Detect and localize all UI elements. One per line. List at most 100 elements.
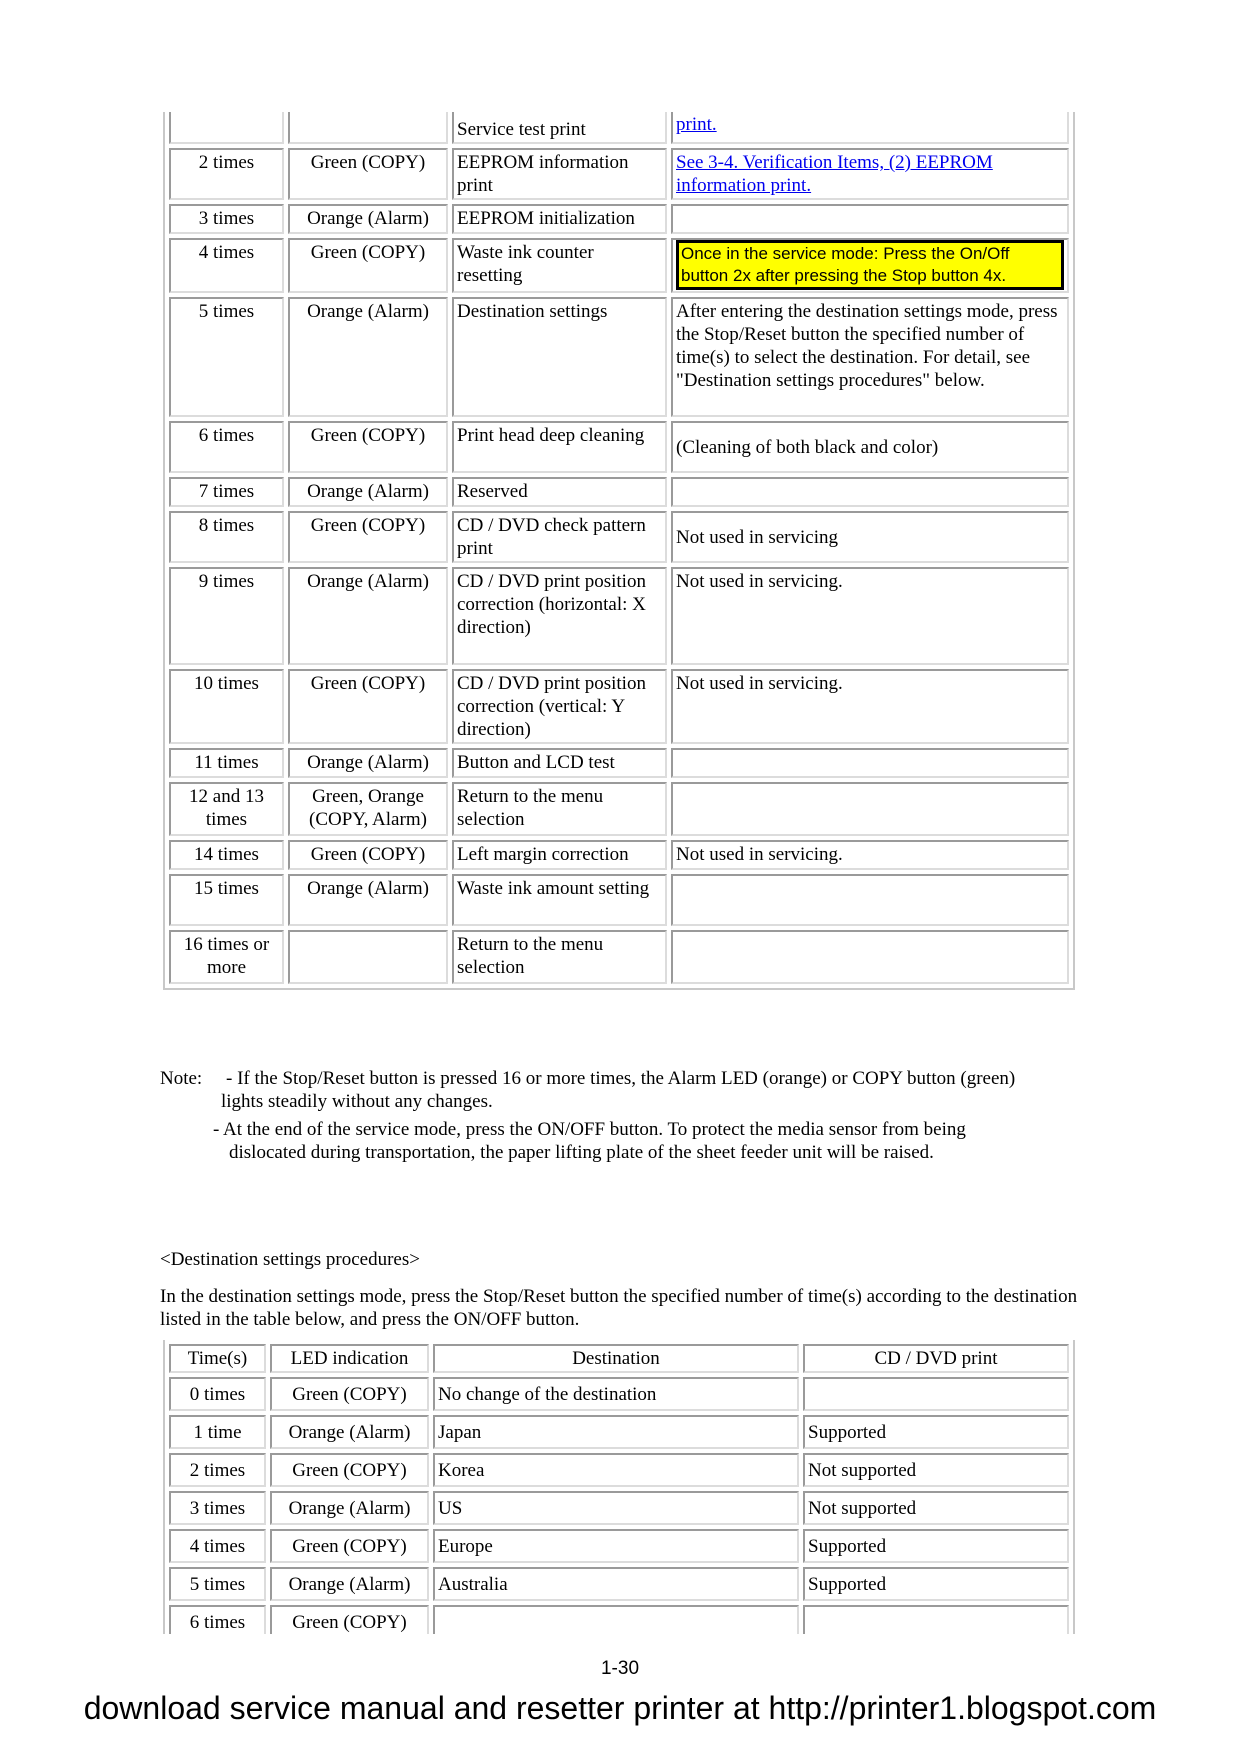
table-cell: Supported [803, 1529, 1069, 1563]
footer-banner: download service manual and resetter pri… [83, 1690, 1157, 1726]
table-row: Service test print print. [169, 112, 1069, 144]
cell-led [288, 112, 448, 144]
cell-function: Button and LCD test [452, 748, 667, 778]
table-cell: 1 time [169, 1415, 266, 1449]
section-heading: <Destination settings procedures> [160, 1249, 420, 1270]
cell-times: 11 times [169, 748, 284, 778]
cell-led: Orange (Alarm) [288, 204, 448, 234]
table-cell: Green (COPY) [270, 1529, 429, 1563]
table-cell: US [433, 1491, 799, 1525]
cell-function: CD / DVD print position correction (vert… [452, 669, 667, 744]
service-mode-table-container: Service test print print. 2 times Green (CO… [0, 112, 1240, 1052]
note-line: lights steadily without any changes. [221, 1091, 493, 1112]
page-number: 1-30 [600, 1658, 640, 1679]
table-cell [803, 1377, 1069, 1411]
table-cell: Japan [433, 1415, 799, 1449]
remarks-link[interactable]: print. [676, 114, 717, 135]
remarks-link[interactable]: See 3-4. Verification Items, (2) EEPROM … [676, 152, 993, 196]
table-row: 9 times Orange (Alarm) CD / DVD print posi… [169, 567, 1069, 665]
column-header: CD / DVD print [803, 1344, 1069, 1373]
table-row: 3 times Orange (Alarm) US Not supported [169, 1491, 1069, 1525]
cell-remarks: Not used in servicing. [671, 567, 1069, 665]
table-cell: No change of the destination [433, 1377, 799, 1411]
cell-function: Return to the menu selection [452, 930, 667, 984]
cell-remarks: Not used in servicing. [671, 840, 1069, 870]
cell-times: 2 times [169, 148, 284, 200]
cell-led: Green (COPY) [288, 511, 448, 563]
table-row: 12 and 13 times Green, Orange (COPY, Alar… [169, 782, 1069, 836]
cell-led: Green, Orange (COPY, Alarm) [288, 782, 448, 836]
table-row: 7 times Orange (Alarm) Reserved [169, 477, 1069, 507]
cell-function: CD / DVD print position correction (hori… [452, 567, 667, 665]
table-row: 14 times Green (COPY) Left margin correcti… [169, 840, 1069, 870]
table-cell: Australia [433, 1567, 799, 1601]
table-cell: Not supported [803, 1453, 1069, 1487]
table-row: 11 times Orange (Alarm) Button and LCD tes… [169, 748, 1069, 778]
cell-remarks: After entering the destination settings … [671, 297, 1069, 417]
column-header: Time(s) [169, 1344, 266, 1373]
cell-function: Service test print [452, 112, 667, 144]
table-row: 15 times Orange (Alarm) Waste ink amount s… [169, 874, 1069, 926]
table-row: 2 times Green (COPY) Korea Not supported [169, 1453, 1069, 1487]
highlighted-note: Once in the service mode: Press the On/O… [676, 240, 1064, 290]
cell-remarks [671, 874, 1069, 926]
cell-led [288, 930, 448, 984]
cell-led: Green (COPY) [288, 669, 448, 744]
cell-times: 9 times [169, 567, 284, 665]
table-cell: 5 times [169, 1567, 266, 1601]
table-row: 5 times Orange (Alarm) Destination setting… [169, 297, 1069, 417]
table-cell: Korea [433, 1453, 799, 1487]
table-row: 16 times or more Return to the menu selec… [169, 930, 1069, 984]
cell-remarks [671, 930, 1069, 984]
cell-function: Destination settings [452, 297, 667, 417]
cell-function: CD / DVD check pattern print [452, 511, 667, 563]
cell-led: Orange (Alarm) [288, 477, 448, 507]
table-row: 4 times Green (COPY) Europe Supported [169, 1529, 1069, 1563]
cell-function: Left margin correction [452, 840, 667, 870]
cell-led: Orange (Alarm) [288, 748, 448, 778]
table-cell: Orange (Alarm) [270, 1567, 429, 1601]
table-cell: 6 times [169, 1605, 266, 1634]
cell-function: EEPROM initialization [452, 204, 667, 234]
cell-remarks [671, 782, 1069, 836]
cell-remarks [671, 748, 1069, 778]
cell-times: 5 times [169, 297, 284, 417]
table-cell: 4 times [169, 1529, 266, 1563]
cell-function: Waste ink counter resetting [452, 238, 667, 293]
table-cell: Green (COPY) [270, 1605, 429, 1634]
cell-remarks: Once in the service mode: Press the On/O… [671, 238, 1069, 293]
cell-led: Orange (Alarm) [288, 874, 448, 926]
intro-paragraph: In the destination settings mode, press … [160, 1286, 1078, 1330]
cell-times: 10 times [169, 669, 284, 744]
table-row: 4 times Green (COPY) Waste ink counter res… [169, 238, 1069, 293]
cell-function: Reserved [452, 477, 667, 507]
table-row: 8 times Green (COPY) CD / DVD check patter… [169, 511, 1069, 563]
table-row: 10 times Green (COPY) CD / DVD print posit… [169, 669, 1069, 744]
table-row: 5 times Orange (Alarm) Australia Supported [169, 1567, 1069, 1601]
destination-table-container: Time(s) LED indication Destination CD / DVD… [0, 1340, 1240, 1634]
column-header: Destination [433, 1344, 799, 1373]
table-cell: Green (COPY) [270, 1377, 429, 1411]
cell-led: Green (COPY) [288, 840, 448, 870]
cell-times: 14 times [169, 840, 284, 870]
cell-times: 16 times or more [169, 930, 284, 984]
table-cell: Supported [803, 1567, 1069, 1601]
table-cell: 2 times [169, 1453, 266, 1487]
cell-led: Green (COPY) [288, 421, 448, 473]
destination-table: Time(s) LED indication Destination CD / DVD… [163, 1340, 1075, 1634]
table-row: 3 times Orange (Alarm) EEPROM initializati… [169, 204, 1069, 234]
cell-function: Waste ink amount setting [452, 874, 667, 926]
cell-times [169, 112, 284, 144]
cell-times: 6 times [169, 421, 284, 473]
cell-function: Print head deep cleaning [452, 421, 667, 473]
cell-function: EEPROM information print [452, 148, 667, 200]
cell-times: 3 times [169, 204, 284, 234]
cell-times: 8 times [169, 511, 284, 563]
cell-times: 15 times [169, 874, 284, 926]
cell-times: 4 times [169, 238, 284, 293]
cell-led: Green (COPY) [288, 148, 448, 200]
cell-led: Orange (Alarm) [288, 297, 448, 417]
cell-remarks: See 3-4. Verification Items, (2) EEPROM … [671, 148, 1069, 200]
table-row: 1 time Orange (Alarm) Japan Supported [169, 1415, 1069, 1449]
cell-led: Green (COPY) [288, 238, 448, 293]
